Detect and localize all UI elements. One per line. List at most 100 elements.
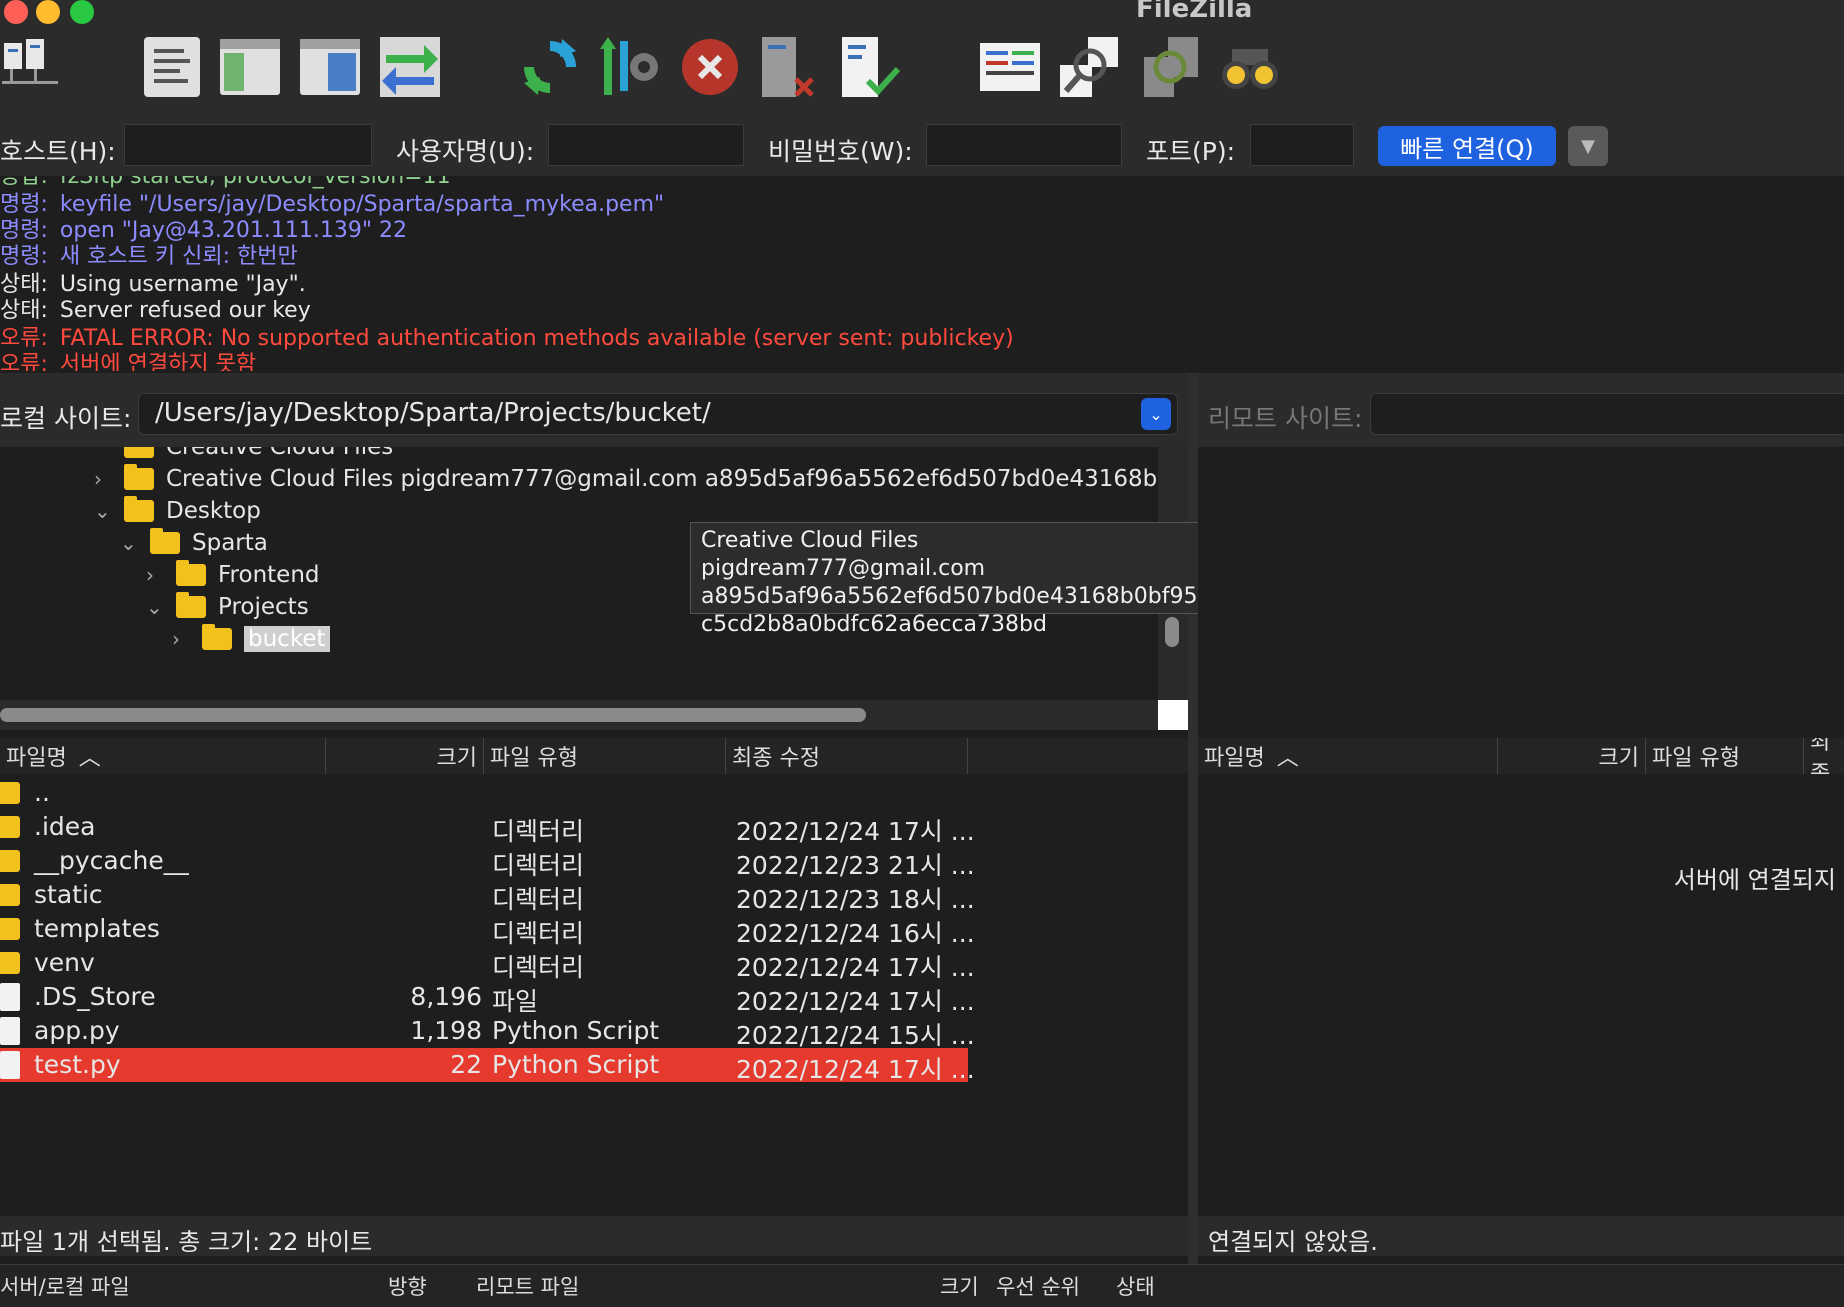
file-row[interactable]: ..: [0, 776, 968, 810]
queue-col-remote-file[interactable]: 리모트 파일: [476, 1271, 579, 1301]
chevron-down-icon[interactable]: ⌄: [94, 499, 111, 523]
disconnect-button[interactable]: [758, 34, 822, 100]
file-modified: 2022/12/24 17시 ...: [736, 953, 975, 982]
tree-node[interactable]: Projects: [176, 591, 309, 623]
tooltip-line: a895d5af96a5562ef6d507bd0e43168b0bf95b: [701, 584, 1212, 609]
tree-node-label: Projects: [218, 594, 309, 620]
file-row[interactable]: .DS_Store 8,196 파일 2022/12/24 17시 ...: [0, 980, 975, 1016]
file-row[interactable]: test.py 22 Python Script 2022/12/24 17시 ...: [0, 1048, 975, 1084]
queue-col-priority[interactable]: 우선 순위: [996, 1271, 1080, 1301]
chevron-right-icon[interactable]: ›: [146, 563, 154, 587]
chevron-down-icon[interactable]: ⌄: [146, 595, 163, 619]
remote-path-combobox[interactable]: [1370, 393, 1844, 435]
local-file-list: 파일명 ︿ 크기 파일 유형 최종 수정 .. .idea 디렉터리 2022/12/…: [0, 738, 1188, 1216]
file-row[interactable]: static 디렉터리 2022/12/23 18시 ...: [0, 878, 975, 914]
file-icon: [0, 983, 20, 1011]
file-row[interactable]: __pycache__ 디렉터리 2022/12/23 21시 ...: [0, 844, 975, 880]
local-site-label: 로컬 사이트:: [0, 404, 132, 433]
queue-col-direction[interactable]: 방향: [388, 1271, 427, 1301]
tree-node[interactable]: bucket: [202, 623, 330, 655]
column-header-extra[interactable]: [968, 738, 1188, 774]
queue-col-local-file[interactable]: 서버/로컬 파일: [0, 1271, 130, 1301]
file-row[interactable]: venv 디렉터리 2022/12/24 17시 ...: [0, 946, 975, 982]
cancel-button[interactable]: [678, 34, 742, 100]
queue-col-size[interactable]: 크기: [940, 1271, 979, 1301]
directory-listing-filters-button[interactable]: [978, 34, 1042, 100]
tree-node-label: Desktop: [166, 498, 261, 524]
tree-node-label: bucket: [244, 626, 330, 652]
site-manager-button[interactable]: [0, 34, 64, 100]
file-name: test.py: [34, 1050, 121, 1079]
tree-node[interactable]: Creative Cloud Files pigdream777@gmail.c…: [124, 463, 1188, 495]
file-type: Python Script: [492, 1016, 660, 1045]
queue-col-status[interactable]: 상태: [1116, 1271, 1155, 1301]
file-size: 1,198: [410, 1016, 482, 1045]
toggle-comparison-icon: [1060, 37, 1118, 97]
message-log: 응답: fzSftp started, protocol_version=11 명령…: [0, 176, 1844, 371]
site-manager-icon: [2, 39, 58, 84]
sort-ascending-icon: ︿: [78, 746, 101, 771]
host-input[interactable]: [124, 124, 372, 166]
column-header-size[interactable]: 크기: [326, 738, 484, 774]
local-path-combobox[interactable]: /Users/jay/Desktop/Sparta/Projects/bucke…: [138, 393, 1178, 435]
file-icon: [0, 1017, 20, 1045]
reconnect-button[interactable]: [838, 34, 902, 100]
quickconnect-dropdown-button[interactable]: ▼: [1568, 126, 1608, 166]
folder-icon: [0, 850, 20, 872]
tree-node[interactable]: Sparta: [150, 527, 268, 559]
remote-empty-message: 서버에 연결되지: [1673, 866, 1836, 894]
chevron-right-icon[interactable]: ›: [94, 467, 102, 491]
reconnect-icon: [842, 37, 901, 97]
local-path-value: /Users/jay/Desktop/Sparta/Projects/bucke…: [155, 398, 711, 428]
pane-splitter[interactable]: [1188, 373, 1198, 1306]
remote-column-header-filename[interactable]: 파일명 ︿: [1198, 738, 1498, 774]
chevron-down-icon[interactable]: ⌄: [120, 531, 137, 555]
close-window-button[interactable]: [4, 0, 28, 24]
toggle-comparison-button[interactable]: [1058, 34, 1122, 100]
port-label: 포트(P):: [1146, 137, 1236, 166]
toggle-local-tree-icon: [220, 39, 280, 95]
file-type: Python Script: [492, 1050, 660, 1079]
folder-icon: [0, 884, 20, 906]
local-path-dropdown-button[interactable]: ⌄: [1141, 398, 1171, 430]
quickconnect-button[interactable]: 빠른 연결(Q): [1378, 126, 1556, 166]
tree-horizontal-scroll-thumb[interactable]: [0, 708, 866, 722]
process-queue-button[interactable]: [598, 34, 662, 100]
minimize-window-button[interactable]: [36, 0, 60, 24]
tree-node[interactable]: Frontend: [176, 559, 320, 591]
file-row[interactable]: .idea 디렉터리 2022/12/24 17시 ...: [0, 810, 975, 846]
chevron-right-icon[interactable]: ›: [172, 627, 180, 651]
column-header-type[interactable]: 파일 유형: [484, 738, 726, 774]
zoom-window-button[interactable]: [70, 0, 94, 24]
file-row[interactable]: app.py 1,198 Python Script 2022/12/24 15시 .…: [0, 1014, 975, 1050]
remote-column-header-modified[interactable]: 최종: [1804, 738, 1844, 774]
remote-column-header-size[interactable]: 크기: [1498, 738, 1646, 774]
sync-browsing-button[interactable]: [1138, 34, 1202, 100]
search-button[interactable]: [1218, 34, 1282, 100]
tree-horizontal-scrollbar[interactable]: [0, 700, 1158, 730]
username-input[interactable]: [548, 124, 744, 166]
toggle-log-button[interactable]: [140, 34, 204, 100]
tree-node-label: Frontend: [218, 562, 320, 588]
log-text: 서버에 연결하지 못함: [59, 352, 257, 371]
folder-icon: [124, 496, 154, 522]
tree-node[interactable]: Creative Cloud Files: [124, 447, 393, 463]
file-name: __pycache__: [34, 846, 189, 875]
toggle-local-tree-button[interactable]: [218, 34, 282, 100]
file-row[interactable]: templates 디렉터리 2022/12/24 16시 ...: [0, 912, 975, 948]
column-header-filename[interactable]: 파일명 ︿: [0, 738, 326, 774]
file-type: 디렉터리: [492, 919, 585, 948]
transfer-queue-icon: [380, 37, 440, 97]
remote-column-header-type[interactable]: 파일 유형: [1646, 738, 1804, 774]
port-input[interactable]: [1250, 124, 1354, 166]
tree-node[interactable]: Desktop: [124, 495, 261, 527]
refresh-button[interactable]: [518, 34, 582, 100]
folder-icon: [0, 918, 20, 940]
transfer-queue-button[interactable]: [378, 34, 442, 100]
file-modified: 2022/12/23 21시 ...: [736, 851, 975, 880]
toggle-remote-tree-button[interactable]: [298, 34, 362, 100]
password-input[interactable]: [926, 124, 1122, 166]
title-bar: FileZilla: [0, 0, 1844, 26]
cancel-icon: [682, 39, 738, 95]
column-header-modified[interactable]: 최종 수정: [726, 738, 968, 774]
